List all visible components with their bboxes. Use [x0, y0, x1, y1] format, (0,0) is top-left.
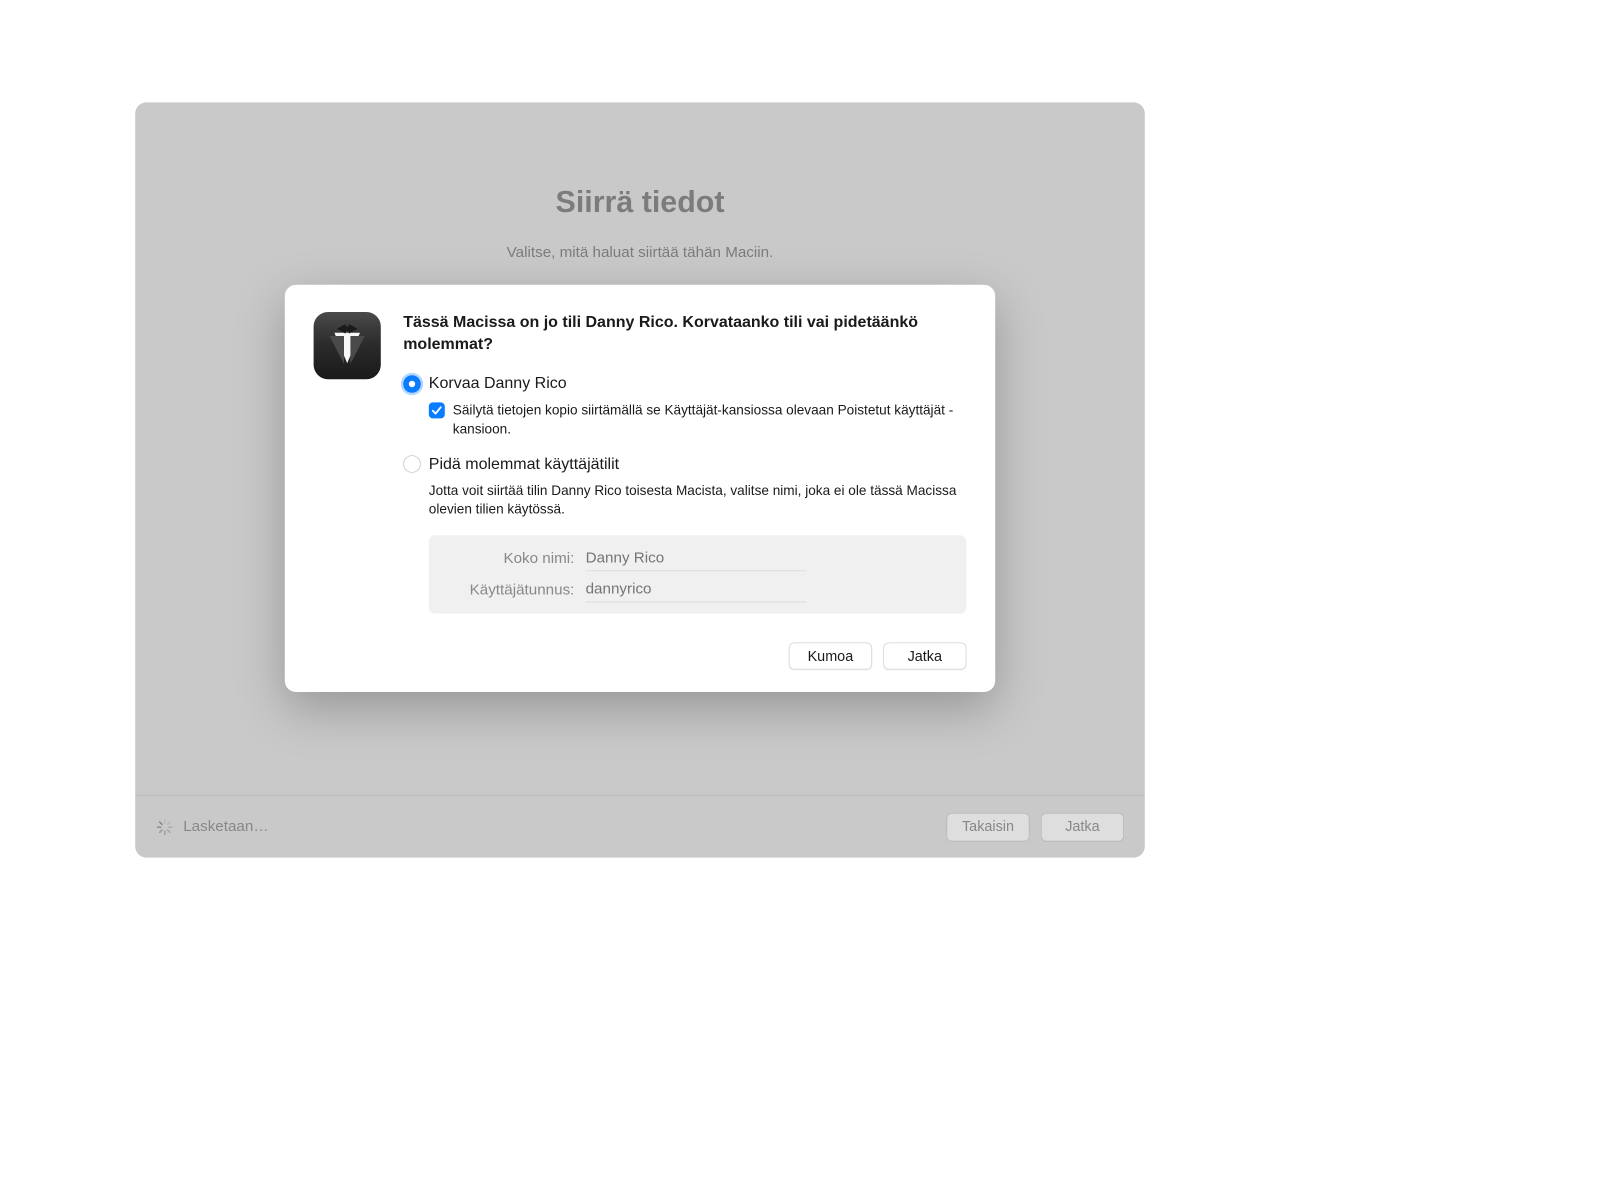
spinner-icon [156, 819, 172, 835]
page-title: Siirrä tiedot [135, 186, 1145, 220]
radio-keep-both-label: Pidä molemmat käyttäjätilit [429, 455, 619, 473]
dialog-heading: Tässä Macissa on jo tili Danny Rico. Kor… [403, 312, 966, 355]
footer-continue-button[interactable]: Jatka [1041, 812, 1124, 841]
migration-assistant-window: Siirrä tiedot Valitse, mitä haluat siirt… [135, 102, 1145, 857]
setup-assistant-icon [314, 312, 381, 379]
footer-bar: Lasketaan… Takaisin Jatka [135, 795, 1145, 857]
username-input[interactable] [586, 578, 807, 603]
checkbox-keep-copy[interactable] [429, 402, 445, 418]
username-label: Käyttäjätunnus: [445, 581, 586, 599]
continue-button[interactable]: Jatka [883, 643, 966, 670]
page-subtitle: Valitse, mitä haluat siirtää tähän Macii… [135, 244, 1145, 262]
fullname-label: Koko nimi: [445, 550, 586, 568]
cancel-button[interactable]: Kumoa [789, 643, 872, 670]
radio-replace-label: Korvaa Danny Rico [429, 374, 567, 392]
account-conflict-dialog: Tässä Macissa on jo tili Danny Rico. Kor… [285, 285, 995, 692]
account-form: Koko nimi: Käyttäjätunnus: [429, 535, 967, 613]
status-text: Lasketaan… [183, 818, 268, 836]
checkbox-keep-copy-label: Säilytä tietojen kopio siirtämällä se Kä… [453, 401, 967, 439]
back-button[interactable]: Takaisin [946, 812, 1029, 841]
fullname-input[interactable] [586, 547, 807, 572]
keep-both-info-text: Jotta voit siirtää tilin Danny Rico tois… [429, 481, 967, 519]
radio-keep-both[interactable] [403, 455, 421, 473]
radio-replace-account[interactable] [403, 375, 421, 393]
